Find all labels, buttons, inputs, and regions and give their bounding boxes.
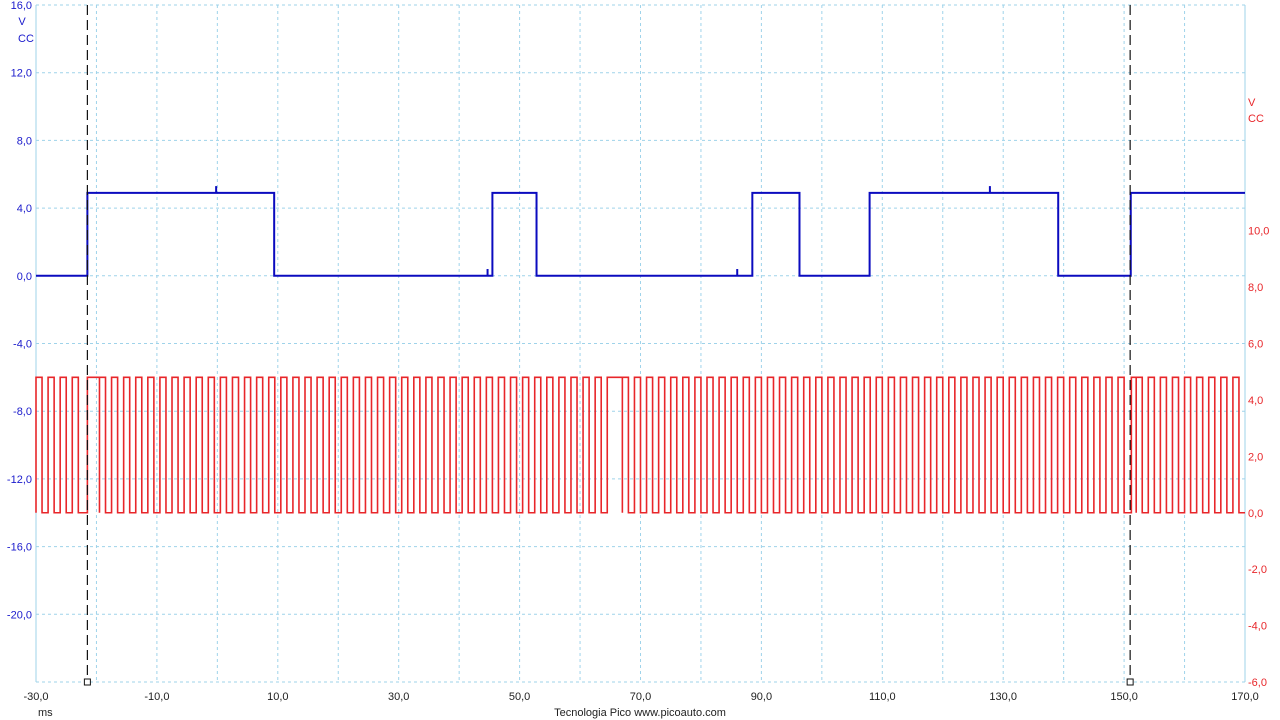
right-tick-label: 8,0 bbox=[1248, 282, 1263, 294]
footer-credit: Tecnologia Pico www.picoauto.com bbox=[554, 707, 726, 719]
left-unit-label: V bbox=[18, 16, 26, 28]
grid bbox=[35, 4, 1246, 683]
x-tick-label: -30,0 bbox=[23, 691, 48, 703]
left-tick-label: -4,0 bbox=[13, 339, 32, 351]
left-tick-label: 8,0 bbox=[17, 135, 32, 147]
x-tick-label: 10,0 bbox=[267, 691, 288, 703]
right-tick-label: 6,0 bbox=[1248, 339, 1263, 351]
ruler-handle bbox=[1126, 678, 1134, 686]
right-tick-label: 0,0 bbox=[1248, 508, 1263, 520]
left-tick-label: 16,0 bbox=[11, 0, 32, 12]
x-tick-label: 110,0 bbox=[869, 691, 896, 703]
x-tick-label: 130,0 bbox=[989, 691, 1017, 703]
left-tick-label: 0,0 bbox=[17, 271, 32, 283]
left-tick-label: -16,0 bbox=[7, 542, 32, 554]
x-tick-label: 90,0 bbox=[751, 691, 772, 703]
left-tick-label: 4,0 bbox=[17, 203, 32, 215]
x-tick-label: 150,0 bbox=[1110, 691, 1138, 703]
x-tick-label: 170,0 bbox=[1231, 691, 1259, 703]
left-tick-label: -20,0 bbox=[7, 609, 32, 621]
right-tick-label: -2,0 bbox=[1248, 564, 1267, 576]
right-tick-label: 10,0 bbox=[1248, 226, 1269, 238]
oscilloscope-chart: 16,0 12,0 8,0 4,0 0,0 -4,0 -8,0 -12,0 -16,0 -20,0… bbox=[7, 0, 1270, 719]
x-unit-label: ms bbox=[38, 707, 53, 719]
x-tick-label: 30,0 bbox=[388, 691, 409, 703]
right-coupling-label: CC bbox=[1248, 113, 1264, 125]
left-coupling-label: CC bbox=[18, 33, 34, 45]
left-tick-label: 12,0 bbox=[11, 68, 32, 80]
left-axis: 16,0 12,0 8,0 4,0 0,0 -4,0 -8,0 -12,0 -16,0 -20,0… bbox=[7, 0, 34, 621]
right-tick-label: -4,0 bbox=[1248, 621, 1267, 633]
x-tick-label: -10,0 bbox=[144, 691, 169, 703]
x-tick-label: 70,0 bbox=[630, 691, 651, 703]
right-tick-label: 2,0 bbox=[1248, 451, 1263, 463]
left-tick-label: -12,0 bbox=[7, 474, 32, 486]
ruler-handle bbox=[83, 678, 91, 686]
right-axis: 10,0 8,0 6,0 4,0 2,0 0,0 -2,0 -4,0 -6,0 V CC bbox=[1248, 97, 1269, 689]
x-tick-label: 50,0 bbox=[509, 691, 530, 703]
right-tick-label: -6,0 bbox=[1248, 677, 1267, 689]
right-tick-label: 4,0 bbox=[1248, 395, 1263, 407]
right-unit-label: V bbox=[1248, 97, 1256, 109]
rulers bbox=[83, 5, 1134, 686]
left-tick-label: -8,0 bbox=[13, 406, 32, 418]
